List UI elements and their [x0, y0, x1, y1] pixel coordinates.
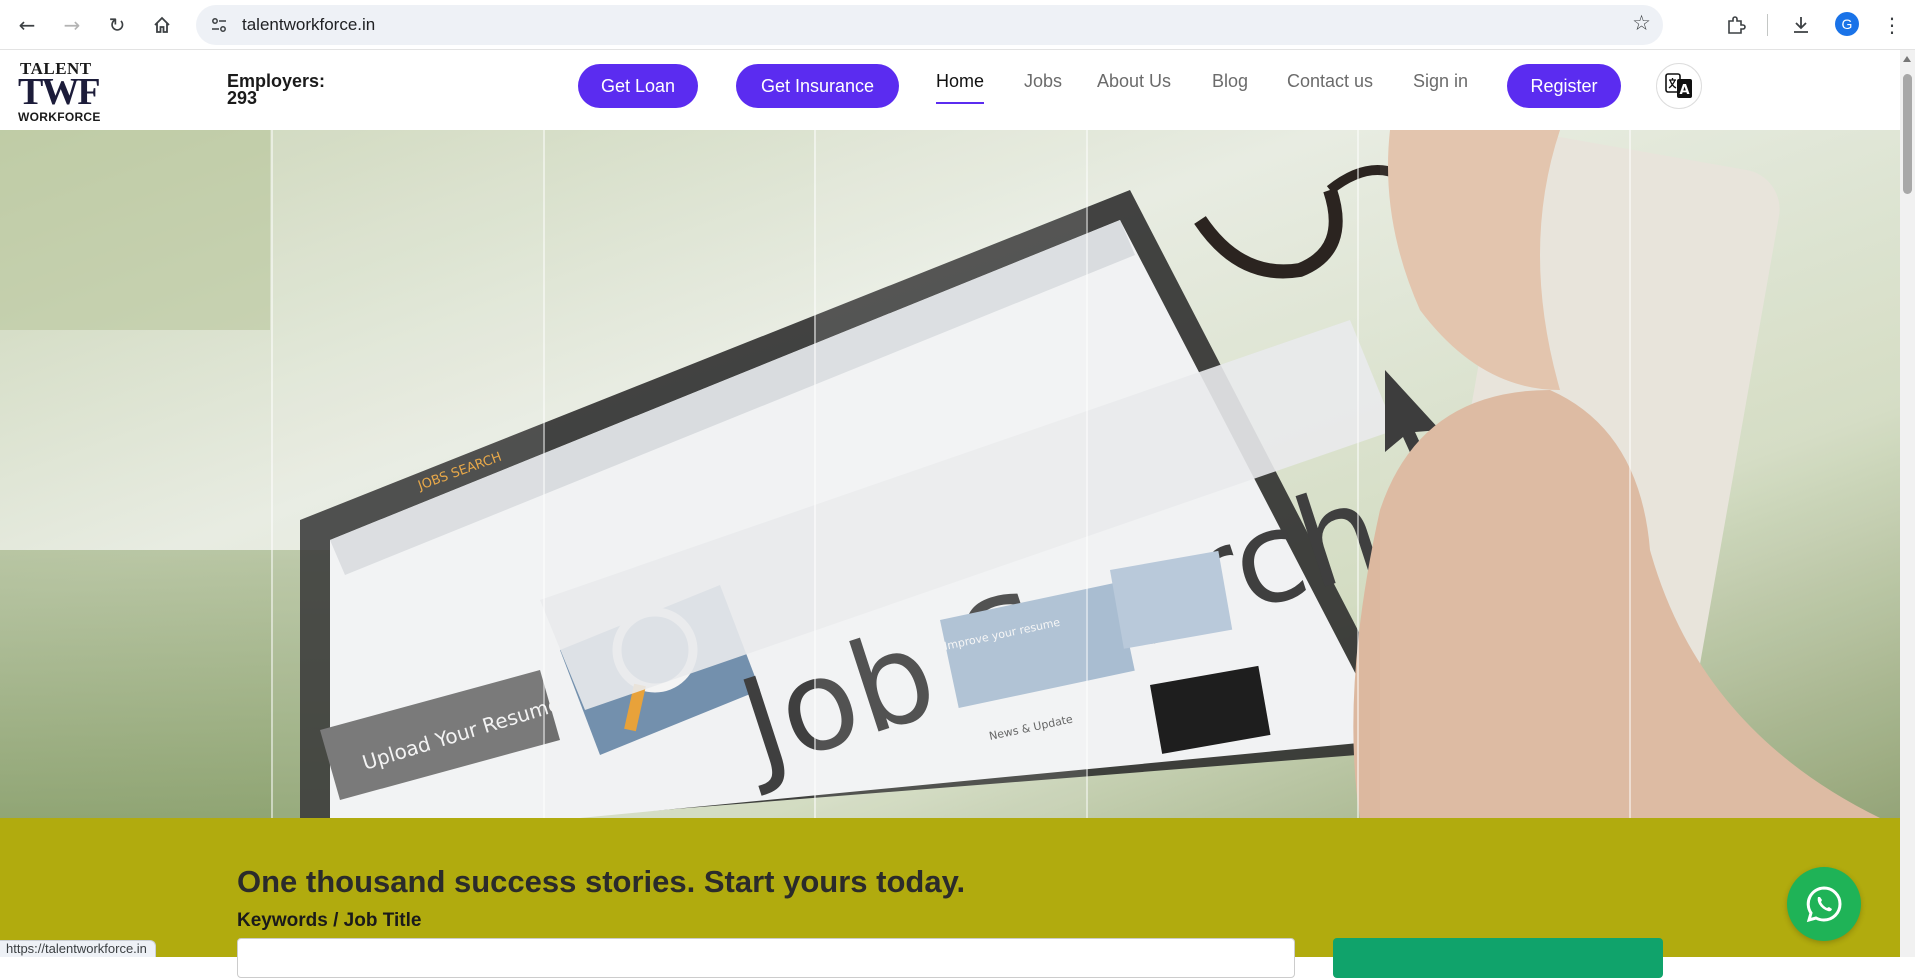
site-header: TALENT TWF WORKFORCE Employers: 293 Get …	[0, 51, 1900, 130]
search-section: One thousand success stories. Start your…	[0, 818, 1900, 978]
nav-jobs[interactable]: Jobs	[1024, 71, 1062, 92]
site-logo[interactable]: TALENT TWF WORKFORCE	[18, 59, 118, 124]
profile-avatar[interactable]: G	[1835, 12, 1859, 36]
hero-banner: Job Search Upload Your Resume JOBS SEARC…	[0, 130, 1900, 818]
bookmark-star-icon[interactable]: ☆	[1632, 11, 1651, 35]
home-icon[interactable]	[147, 10, 177, 40]
nav-home[interactable]: Home	[936, 71, 985, 104]
keywords-label: Keywords / Job Title	[237, 910, 422, 931]
search-button[interactable]	[1333, 938, 1663, 978]
scroll-up-arrow-icon[interactable]	[1903, 56, 1911, 62]
download-icon[interactable]	[1786, 10, 1816, 40]
whatsapp-chat-button[interactable]	[1787, 867, 1861, 941]
get-insurance-button[interactable]: Get Insurance	[736, 64, 899, 108]
address-bar[interactable]: talentworkforce.in ☆	[196, 5, 1663, 45]
url-text[interactable]: talentworkforce.in	[242, 15, 375, 35]
nav-contact-us[interactable]: Contact us	[1287, 71, 1373, 92]
hero-image: Job Search Upload Your Resume JOBS SEARC…	[0, 130, 1900, 818]
search-headline: One thousand success stories. Start your…	[237, 864, 966, 899]
status-bar-url: https://talentworkforce.in	[0, 940, 156, 957]
logo-text-main: TWF	[18, 71, 101, 113]
more-menu-icon[interactable]: ⋮	[1877, 10, 1907, 40]
svg-text:A: A	[1679, 83, 1689, 98]
employers-count: 293	[227, 88, 258, 108]
scrollbar-thumb[interactable]	[1903, 74, 1912, 194]
language-translate-icon[interactable]: A	[1656, 63, 1702, 109]
nav-about-us[interactable]: About Us	[1097, 71, 1171, 92]
whatsapp-icon	[1806, 886, 1842, 923]
logo-text-bottom: WORKFORCE	[18, 110, 101, 124]
reload-icon[interactable]: ↻	[102, 10, 132, 40]
register-button[interactable]: Register	[1507, 64, 1621, 108]
keywords-input[interactable]	[237, 938, 1295, 978]
back-icon[interactable]: ←	[12, 10, 42, 40]
extensions-icon[interactable]	[1721, 10, 1751, 40]
toolbar-divider	[1767, 14, 1768, 36]
nav-sign-in[interactable]: Sign in	[1413, 71, 1468, 92]
page-scrollbar[interactable]	[1900, 50, 1915, 957]
forward-icon[interactable]: →	[57, 10, 87, 40]
get-loan-button[interactable]: Get Loan	[578, 64, 698, 108]
browser-toolbar: ← → ↻ talentworkforce.in ☆ G ⋮	[0, 0, 1915, 50]
nav-blog[interactable]: Blog	[1212, 71, 1248, 92]
employers-counter: Employers: 293	[227, 72, 325, 108]
site-info-icon[interactable]	[204, 10, 234, 40]
